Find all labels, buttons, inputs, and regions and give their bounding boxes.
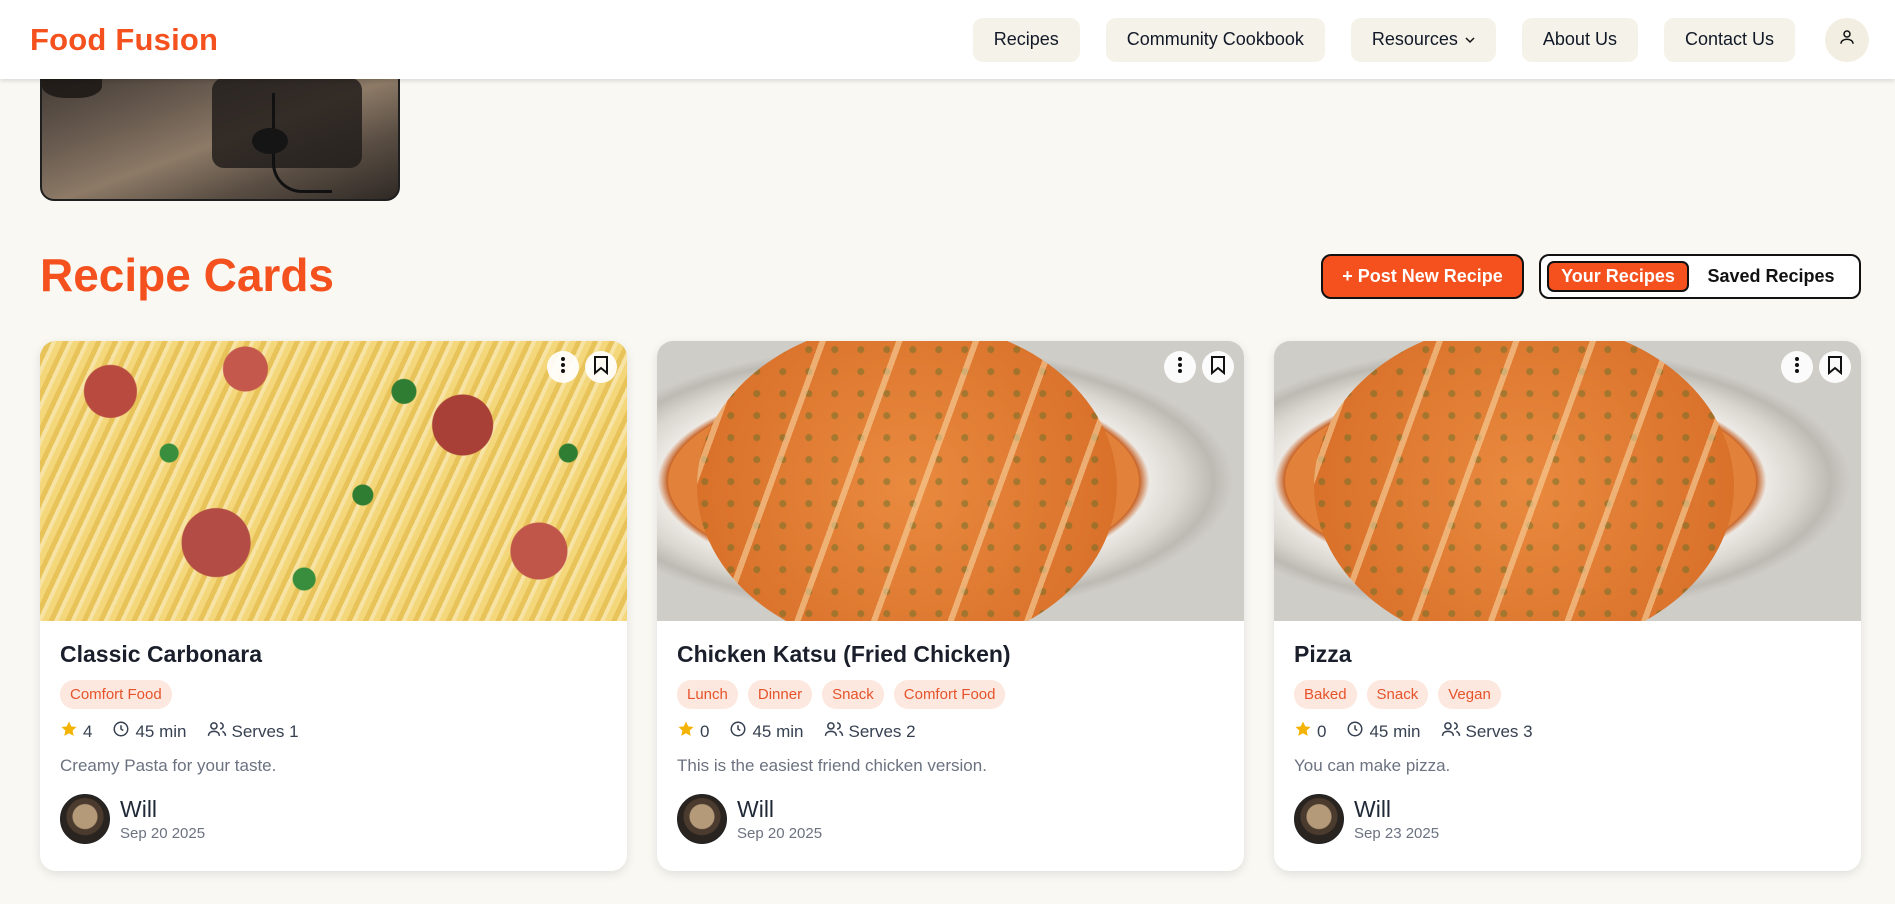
clock-icon: [112, 720, 130, 743]
your-recipes-tab[interactable]: Your Recipes: [1547, 261, 1689, 292]
author-block[interactable]: Will Sep 20 2025: [60, 794, 607, 844]
tag-list: Comfort Food: [60, 680, 607, 709]
recipe-card[interactable]: Chicken Katsu (Fried Chicken) Lunch Dinn…: [657, 341, 1244, 871]
servings: Serves 3: [1465, 721, 1533, 741]
servings: Serves 1: [231, 721, 299, 741]
nav-recipes[interactable]: Recipes: [972, 17, 1080, 62]
clock-icon: [729, 720, 747, 743]
recipe-card[interactable]: Pizza Baked Snack Vegan 0 45 min Serves …: [1274, 341, 1861, 871]
bookmark-icon: [593, 355, 609, 380]
post-date: Sep 20 2025: [120, 825, 206, 842]
recipe-meta: 0 45 min Serves 3: [1294, 720, 1841, 743]
rating-value: 4: [83, 721, 93, 741]
author-name[interactable]: Will: [737, 796, 822, 823]
recipe-description: You can make pizza.: [1294, 756, 1451, 775]
post-date: Sep 23 2025: [1354, 825, 1440, 842]
servings: Serves 2: [848, 721, 916, 741]
nav-contact-us[interactable]: Contact Us: [1663, 17, 1795, 62]
nav-resources[interactable]: Resources: [1350, 17, 1496, 62]
nav-contact-us-label: Contact Us: [1684, 29, 1774, 49]
star-icon: [1294, 720, 1312, 743]
bookmark-button[interactable]: [1819, 351, 1851, 383]
profile-button[interactable]: [1825, 17, 1869, 62]
tag[interactable]: Dinner: [747, 680, 813, 709]
bookmark-icon: [1827, 355, 1843, 380]
nav-about-us[interactable]: About Us: [1521, 17, 1638, 62]
tag[interactable]: Snack: [1366, 680, 1429, 709]
tag[interactable]: Vegan: [1438, 680, 1501, 709]
more-options-button[interactable]: [1164, 351, 1196, 383]
author-block[interactable]: Will Sep 20 2025: [677, 794, 1224, 844]
avatar[interactable]: [60, 794, 110, 844]
bookmark-button[interactable]: [585, 351, 617, 383]
brand-logo[interactable]: Food Fusion: [30, 22, 218, 58]
user-icon: [1838, 28, 1856, 51]
tag[interactable]: Snack: [822, 680, 884, 709]
tag[interactable]: Comfort Food: [893, 680, 1006, 709]
tag[interactable]: Comfort Food: [60, 680, 172, 709]
cook-time: 45 min: [135, 721, 187, 741]
recipe-meta: 0 45 min Serves 2: [677, 720, 1224, 743]
star-icon: [677, 720, 695, 743]
cook-time: 45 min: [752, 721, 804, 741]
post-date: Sep 20 2025: [737, 825, 823, 842]
avatar[interactable]: [1294, 794, 1344, 844]
more-vertical-icon: [1794, 356, 1800, 379]
recipe-description: This is the easiest friend chicken versi…: [677, 756, 987, 775]
top-navbar: Food Fusion Recipes Community Cookbook R…: [0, 0, 1895, 79]
recipe-title[interactable]: Classic Carbonara: [60, 641, 607, 668]
avatar[interactable]: [677, 794, 727, 844]
users-icon: [207, 720, 227, 743]
more-vertical-icon: [1177, 356, 1183, 379]
tag-list: Lunch Dinner Snack Comfort Food: [677, 680, 1224, 709]
tag[interactable]: Lunch: [677, 680, 738, 709]
recipe-meta: 4 45 min Serves 1: [60, 720, 607, 743]
users-icon: [824, 720, 844, 743]
recipe-title[interactable]: Chicken Katsu (Fried Chicken): [677, 641, 1224, 668]
nav-recipes-label: Recipes: [993, 29, 1059, 49]
nav-community-cookbook[interactable]: Community Cookbook: [1105, 17, 1325, 62]
bookmark-button[interactable]: [1202, 351, 1234, 383]
more-vertical-icon: [560, 356, 566, 379]
bookmark-icon: [1210, 355, 1226, 380]
rating-value: 0: [1317, 721, 1327, 741]
tag-list: Baked Snack Vegan: [1294, 680, 1841, 709]
recipe-filter-toggle: Your Recipes Saved Recipes: [1539, 254, 1861, 299]
cook-time: 45 min: [1369, 721, 1421, 741]
author-name[interactable]: Will: [1354, 796, 1439, 823]
recipe-image: [40, 341, 627, 621]
recipe-image: [1274, 341, 1861, 621]
saved-recipes-tab[interactable]: Saved Recipes: [1689, 261, 1853, 292]
nav-resources-label: Resources: [1371, 29, 1458, 49]
author-name[interactable]: Will: [120, 796, 205, 823]
recipe-title[interactable]: Pizza: [1294, 641, 1841, 668]
more-options-button[interactable]: [1781, 351, 1813, 383]
chevron-down-icon: [1465, 33, 1475, 47]
recipe-card[interactable]: Classic Carbonara Comfort Food 4 45 min …: [40, 341, 627, 871]
rating-value: 0: [700, 721, 710, 741]
recipe-image: [657, 341, 1244, 621]
star-icon: [60, 720, 78, 743]
recipe-description: Creamy Pasta for your taste.: [60, 756, 277, 775]
nav-community-cookbook-label: Community Cookbook: [1126, 29, 1304, 49]
author-block[interactable]: Will Sep 23 2025: [1294, 794, 1841, 844]
section-title: Recipe Cards: [40, 249, 335, 301]
users-icon: [1441, 720, 1461, 743]
tag[interactable]: Baked: [1294, 680, 1357, 709]
main-nav: Recipes Community Cookbook Resources Abo…: [972, 17, 1869, 62]
nav-about-us-label: About Us: [1542, 29, 1617, 49]
post-new-recipe-button[interactable]: + Post New Recipe: [1321, 254, 1524, 299]
more-options-button[interactable]: [547, 351, 579, 383]
clock-icon: [1346, 720, 1364, 743]
